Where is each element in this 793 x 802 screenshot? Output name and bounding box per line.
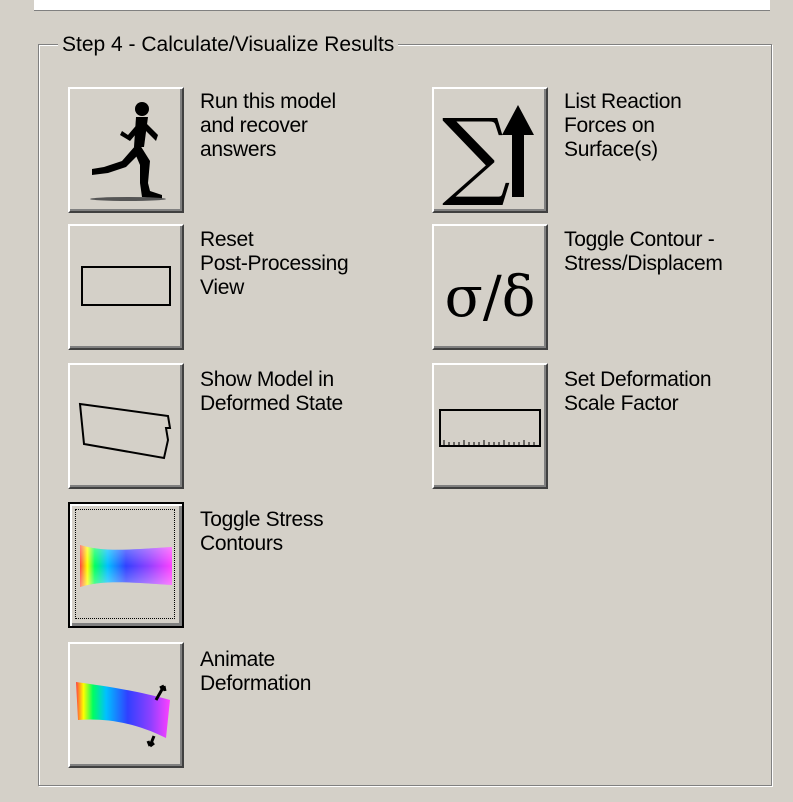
stress-contours-label: Toggle Stress Contours bbox=[200, 508, 324, 555]
deformed-state-label: Show Model in Deformed State bbox=[200, 368, 343, 415]
run-model-button[interactable] bbox=[68, 87, 184, 213]
rectangle-icon bbox=[81, 266, 171, 306]
toggle-contour-type-button[interactable]: σ/δ bbox=[432, 224, 548, 350]
reset-view-label: Reset Post-Processing View bbox=[200, 228, 349, 299]
animate-deformation-button[interactable] bbox=[68, 642, 184, 768]
run-model-label: Run this model and recover answers bbox=[200, 90, 336, 161]
stress-contour-icon bbox=[80, 545, 172, 587]
reset-view-button[interactable] bbox=[68, 224, 184, 350]
stress-contours-button[interactable] bbox=[68, 502, 184, 628]
scale-factor-label: Set Deformation Scale Factor bbox=[564, 368, 712, 415]
animate-deformation-label: Animate Deformation bbox=[200, 648, 312, 695]
groupbox-title: Step 4 - Calculate/Visualize Results bbox=[58, 33, 399, 57]
scale-factor-button[interactable] bbox=[432, 363, 548, 489]
svg-text:∑: ∑ bbox=[442, 98, 511, 205]
top-edge bbox=[34, 0, 770, 11]
runner-icon bbox=[90, 102, 166, 201]
sigma-delta-icon: σ/δ bbox=[445, 265, 536, 330]
deformed-shape-icon bbox=[78, 402, 172, 460]
animation-icon bbox=[76, 682, 170, 748]
reaction-forces-label: List Reaction Forces on Surface(s) bbox=[564, 90, 682, 161]
deformed-state-button[interactable] bbox=[68, 363, 184, 489]
sum-arrow-icon: ∑ bbox=[442, 98, 534, 205]
reaction-forces-button[interactable]: ∑ bbox=[432, 87, 548, 213]
ruler-icon bbox=[439, 409, 541, 447]
svg-text:σ/δ: σ/δ bbox=[445, 265, 536, 330]
toggle-contour-type-label: Toggle Contour - Stress/Displacem bbox=[564, 228, 723, 275]
